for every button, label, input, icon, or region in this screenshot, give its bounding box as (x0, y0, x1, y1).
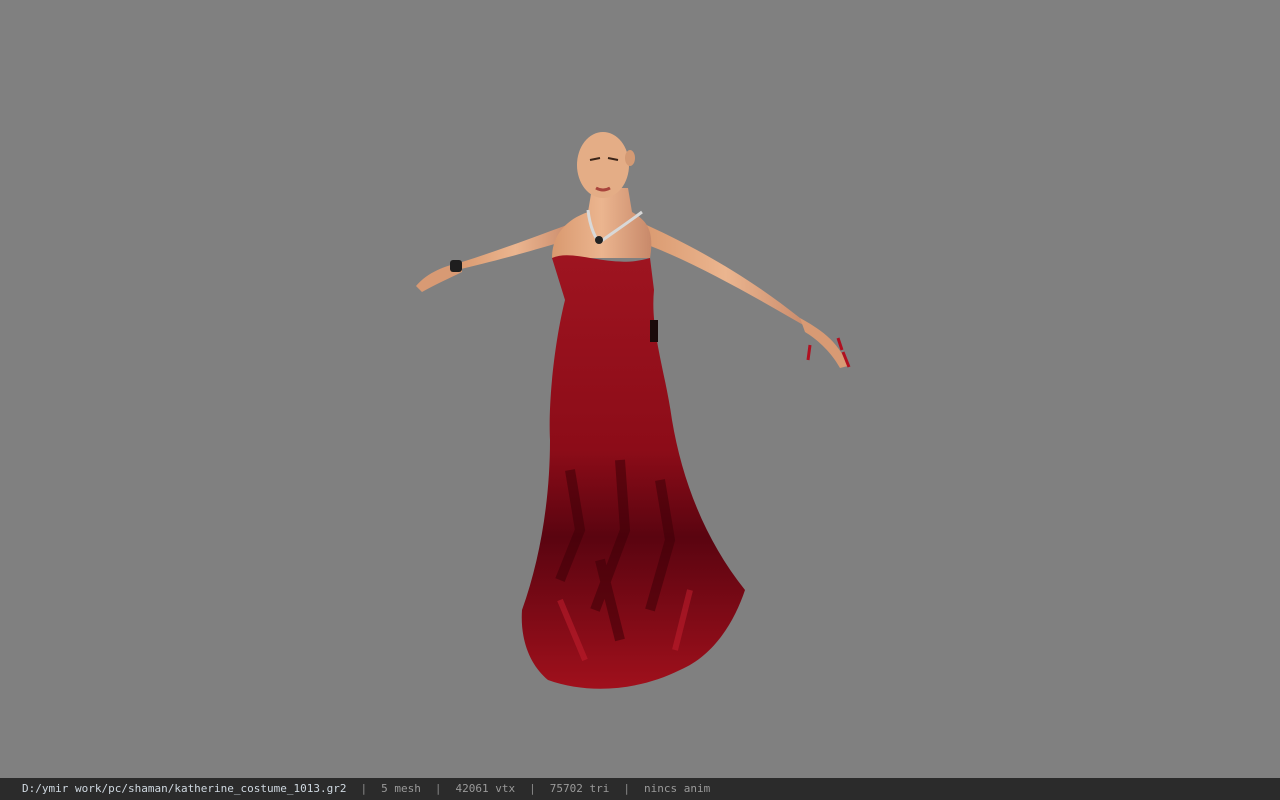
separator: | (434, 782, 442, 795)
bracelet (450, 260, 462, 272)
character-model (416, 132, 851, 689)
separator: | (360, 782, 368, 795)
separator: | (529, 782, 536, 795)
right-arm (640, 222, 812, 330)
separator: | (623, 782, 630, 795)
mesh-count: 5 mesh (381, 782, 421, 795)
triangle-count: 75702 tri (549, 782, 610, 795)
neck-shoulders (552, 188, 652, 258)
3d-viewport[interactable] (0, 0, 1280, 778)
vertex-count: 42061 vtx (455, 782, 516, 795)
file-path: D:/ymir work/pc/shaman/katherine_costume… (22, 782, 347, 795)
status-bar: D:/ymir work/pc/shaman/katherine_costume… (0, 778, 1280, 800)
animation-status: nincs anim (643, 782, 711, 795)
head (577, 132, 629, 198)
dress (521, 255, 745, 689)
